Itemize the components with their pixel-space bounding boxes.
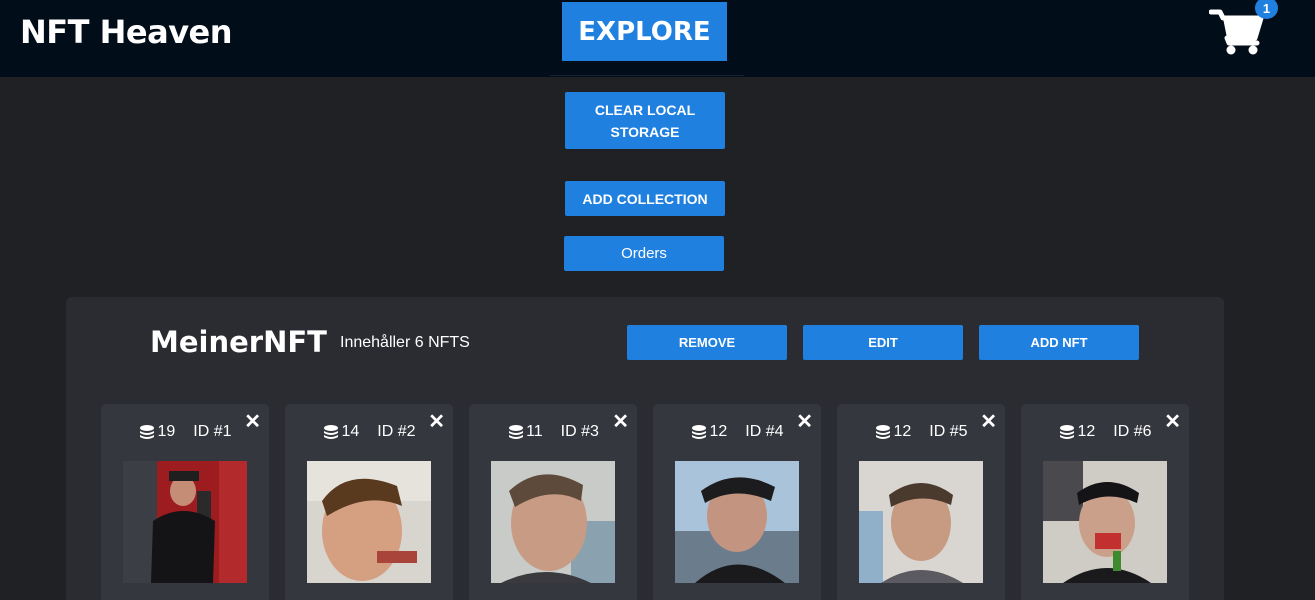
coins-icon bbox=[692, 425, 707, 439]
explore-button[interactable]: EXPLORE bbox=[562, 2, 727, 61]
explore-nav: EXPLORE bbox=[550, 0, 744, 76]
nft-card[interactable]: 11 ID #3 ✕ bbox=[469, 404, 637, 600]
nft-price-value: 14 bbox=[341, 423, 360, 440]
nft-card[interactable]: 12 ID #6 ✕ bbox=[1021, 404, 1189, 600]
close-icon[interactable]: ✕ bbox=[428, 412, 445, 432]
nft-card[interactable]: 12 ID #4 ✕ bbox=[653, 404, 821, 600]
nft-image[interactable] bbox=[491, 461, 615, 583]
coins-icon bbox=[1060, 425, 1075, 439]
nft-price-value: 12 bbox=[709, 423, 728, 440]
edit-collection-button[interactable]: EDIT bbox=[803, 325, 963, 360]
nft-image[interactable] bbox=[1043, 461, 1167, 583]
orders-button[interactable]: Orders bbox=[564, 236, 724, 271]
nft-price: 14 bbox=[322, 423, 359, 441]
coins-icon bbox=[324, 425, 339, 439]
brand-logo-text[interactable]: NFT Heaven bbox=[20, 13, 233, 51]
nft-price-value: 12 bbox=[1077, 423, 1096, 440]
coins-icon bbox=[876, 425, 891, 439]
collection-count: Innehåller 6 NFTS bbox=[340, 334, 470, 351]
close-icon[interactable]: ✕ bbox=[980, 412, 997, 432]
close-icon[interactable]: ✕ bbox=[612, 412, 629, 432]
add-collection-button[interactable]: ADD COLLECTION bbox=[565, 181, 725, 216]
nft-card[interactable]: 12 ID #5 ✕ bbox=[837, 404, 1005, 600]
nft-id: ID #2 bbox=[377, 423, 416, 440]
nft-price-value: 11 bbox=[526, 423, 543, 440]
nft-price: 12 bbox=[1058, 423, 1095, 441]
nft-price-value: 12 bbox=[893, 423, 912, 440]
remove-collection-button[interactable]: REMOVE bbox=[627, 325, 787, 360]
coins-icon bbox=[509, 425, 524, 439]
nft-id: ID #5 bbox=[929, 423, 968, 440]
nft-id: ID #4 bbox=[745, 423, 784, 440]
clear-local-storage-button[interactable]: CLEAR LOCAL STORAGE bbox=[565, 92, 725, 149]
add-nft-button[interactable]: ADD NFT bbox=[979, 325, 1139, 360]
nft-id: ID #3 bbox=[560, 423, 599, 440]
cart-count-badge: 1 bbox=[1255, 0, 1278, 19]
nft-price: 12 bbox=[690, 423, 727, 441]
nft-id: ID #6 bbox=[1113, 423, 1152, 440]
close-icon[interactable]: ✕ bbox=[244, 412, 261, 432]
nft-price: 12 bbox=[874, 423, 911, 441]
close-icon[interactable]: ✕ bbox=[796, 412, 813, 432]
top-navbar: NFT Heaven EXPLORE 1 bbox=[0, 0, 1315, 77]
nft-image[interactable] bbox=[675, 461, 799, 583]
nft-image[interactable] bbox=[859, 461, 983, 583]
nft-id: ID #1 bbox=[193, 423, 232, 440]
coins-icon bbox=[140, 425, 155, 439]
nft-price: 11 bbox=[507, 423, 543, 441]
close-icon[interactable]: ✕ bbox=[1164, 412, 1181, 432]
nft-price: 19 bbox=[138, 423, 175, 441]
nft-card[interactable]: 14 ID #2 ✕ bbox=[285, 404, 453, 600]
nft-image[interactable] bbox=[123, 461, 247, 583]
collection-title: MeinerNFT bbox=[150, 325, 327, 359]
nft-card[interactable]: 19 ID #1 ✕ bbox=[101, 404, 269, 600]
nft-price-value: 19 bbox=[157, 423, 176, 440]
nft-image[interactable] bbox=[307, 461, 431, 583]
